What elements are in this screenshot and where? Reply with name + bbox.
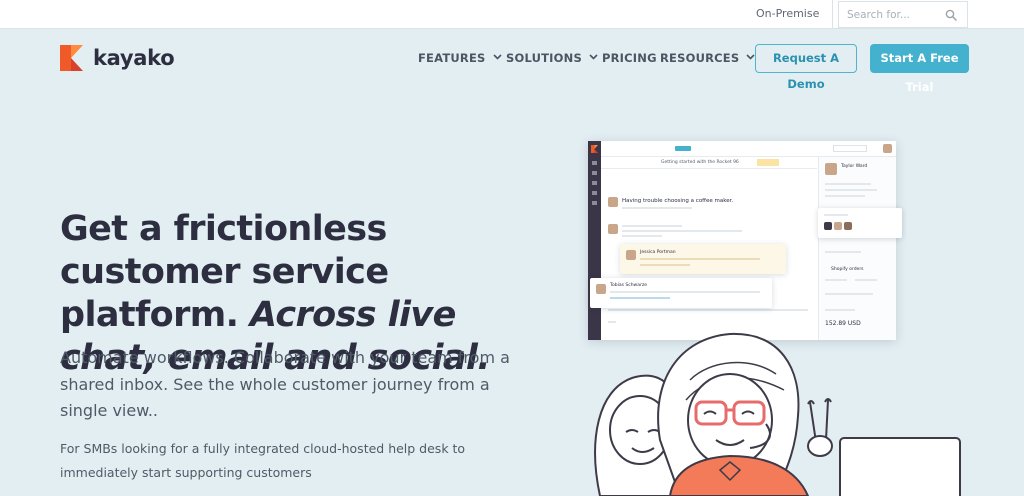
nav-features[interactable]: FEATURES xyxy=(418,51,502,65)
chevron-down-icon xyxy=(746,54,755,60)
search-input[interactable] xyxy=(847,7,943,23)
avatar xyxy=(825,163,837,175)
hero-illustration xyxy=(594,332,961,496)
nav-pricing[interactable]: PRICING xyxy=(602,51,657,65)
nav-solutions-label: SOLUTIONS xyxy=(506,51,582,65)
search-icon[interactable] xyxy=(945,9,957,21)
avatar xyxy=(626,250,636,260)
shopify-orders-label: Shopify orders xyxy=(831,267,864,272)
nav-resources[interactable]: RESOURCES xyxy=(660,51,755,65)
on-premise-link[interactable]: On-Premise xyxy=(756,7,819,20)
chevron-down-icon xyxy=(589,54,598,60)
search-box[interactable] xyxy=(838,1,968,28)
hero-note: For SMBs looking for a fully integrated … xyxy=(60,441,466,480)
kayako-logo-icon xyxy=(60,45,83,71)
app-tabs: Getting started with the Rocket 96 xyxy=(601,157,817,169)
agent-reply-popup: Tobias Schwarze xyxy=(590,278,772,308)
utility-divider xyxy=(832,0,833,29)
avatar xyxy=(596,284,606,294)
chevron-down-icon xyxy=(492,54,502,60)
contact-name: Taylor Ward xyxy=(841,164,868,169)
nav-pricing-label: PRICING xyxy=(602,51,657,65)
viewers-popup xyxy=(818,208,902,238)
product-screenshot: Getting started with the Rocket 96 Havin… xyxy=(588,141,896,340)
hero-subtitle: Automate workflows. Collaborate with you… xyxy=(60,348,510,420)
request-demo-button[interactable]: Request A Demo xyxy=(755,44,857,91)
teammate-name: Jessica Portman xyxy=(640,250,676,255)
agent-name: Tobias Schwarze xyxy=(610,283,647,288)
nav-features-label: FEATURES xyxy=(418,51,486,65)
app-tab-label: Getting started with the Rocket 96 xyxy=(661,160,739,165)
app-contact-panel: Taylor Ward Shopify orders 152.89 USD xyxy=(818,157,896,340)
conversation-title: Having trouble choosing a coffee maker. xyxy=(622,198,734,204)
brand-name: kayako xyxy=(93,46,175,70)
utility-bar: On-Premise xyxy=(0,0,1024,29)
nav-solutions[interactable]: SOLUTIONS xyxy=(506,51,598,65)
kayako-logo-icon xyxy=(591,145,598,153)
teammate-note-popup: Jessica Portman xyxy=(620,244,786,274)
app-sidebar-rail xyxy=(588,141,601,340)
nav-resources-label: RESOURCES xyxy=(660,51,740,65)
free-trial-button[interactable]: Start A Free Trial xyxy=(870,44,969,94)
app-topbar xyxy=(601,141,896,157)
avatar xyxy=(608,224,618,234)
avatar xyxy=(608,197,618,207)
